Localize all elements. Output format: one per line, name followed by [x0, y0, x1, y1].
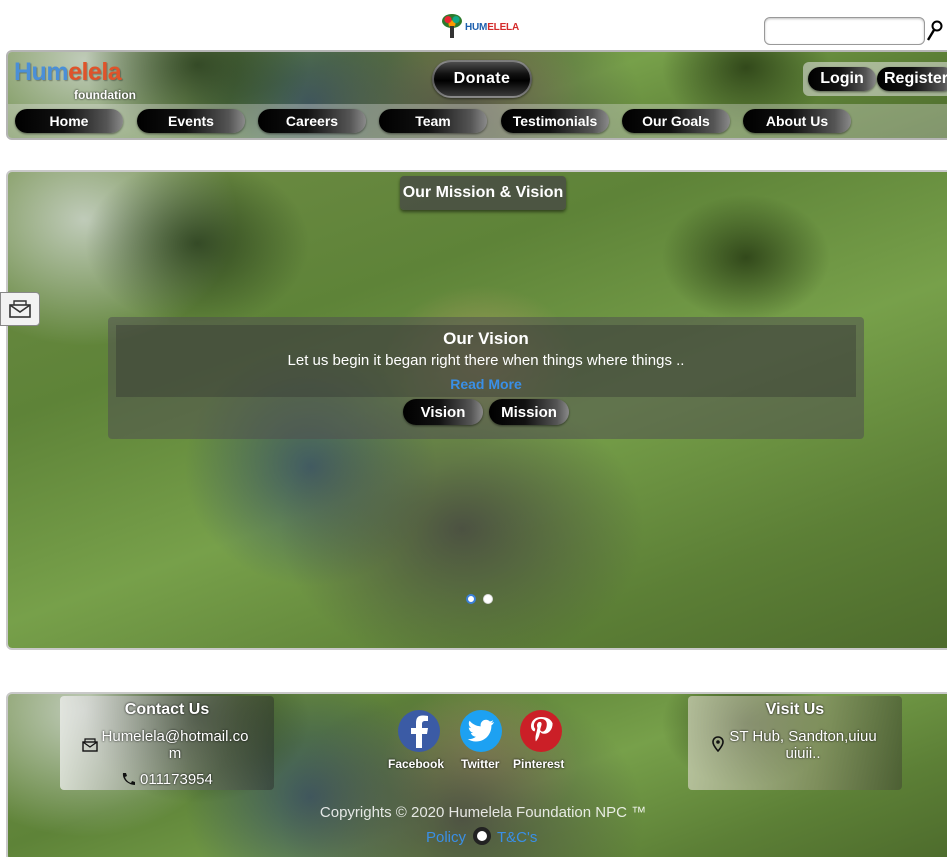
- vision-card: Our Vision Let us begin it began right t…: [108, 317, 864, 439]
- slide-dot-1[interactable]: [466, 594, 476, 604]
- site-header: Humelela foundation Donate Login Registe…: [6, 50, 947, 140]
- nav-our-goals[interactable]: Our Goals: [622, 109, 730, 133]
- pinterest-icon: [531, 717, 553, 742]
- contact-panel: Contact Us Humelela@hotmail.com 01117395…: [60, 696, 274, 790]
- search-button[interactable]: [924, 17, 946, 45]
- brand-subtitle: foundation: [74, 88, 136, 102]
- copyright-text: Copyrights © 2020 Humelela Foundation NP…: [319, 804, 647, 821]
- search-icon: [926, 20, 943, 41]
- search-input[interactable]: [764, 17, 925, 45]
- donate-button[interactable]: Donate: [432, 60, 532, 98]
- read-more-link[interactable]: Read More: [108, 376, 864, 392]
- twitter-button[interactable]: [460, 710, 502, 752]
- feedback-tab[interactable]: [0, 292, 40, 326]
- vision-heading: Our Vision: [443, 329, 529, 348]
- register-button[interactable]: Register: [877, 67, 947, 91]
- site-footer: Contact Us Humelela@hotmail.com 01117395…: [6, 692, 947, 857]
- mission-vision-title: Our Mission & Vision: [400, 176, 566, 210]
- nav-events[interactable]: Events: [137, 109, 245, 133]
- visit-panel: Visit Us ST Hub, Sandton,uiuu uiuii..: [688, 696, 902, 790]
- pinterest-link[interactable]: Pinterest: [513, 757, 564, 771]
- tree-logo-icon: [441, 14, 463, 40]
- logo-wordmark: HUMELELA: [465, 21, 519, 33]
- facebook-icon: [411, 715, 428, 748]
- separator-dot: [473, 827, 491, 845]
- slide-indicators: [466, 594, 493, 604]
- visit-title: Visit Us: [765, 701, 825, 718]
- nav-careers[interactable]: Careers: [258, 109, 366, 133]
- mission-tab-button[interactable]: Mission: [489, 399, 569, 425]
- pinterest-button[interactable]: [520, 710, 562, 752]
- phone-icon: [122, 773, 135, 785]
- contact-title: Contact Us: [124, 701, 210, 718]
- location-pin-icon: [712, 736, 724, 752]
- nav-team[interactable]: Team: [379, 109, 487, 133]
- twitter-link[interactable]: Twitter: [461, 757, 499, 771]
- twitter-icon: [467, 719, 494, 742]
- vision-text: Let us begin it began right there when t…: [287, 352, 685, 369]
- site-logo[interactable]: HUMELELA: [441, 12, 519, 42]
- facebook-button[interactable]: [398, 710, 440, 752]
- visit-address: ST Hub, Sandton,uiuu uiuii..: [729, 728, 877, 762]
- vision-tab-button[interactable]: Vision: [403, 399, 483, 425]
- slide-dot-2[interactable]: [483, 594, 493, 604]
- nav-testimonials[interactable]: Testimonials: [501, 109, 609, 133]
- search-area: [764, 17, 947, 47]
- contact-phone[interactable]: 011173954: [140, 771, 213, 788]
- brand-logo[interactable]: Humelela foundation: [14, 58, 136, 102]
- hero-slider: Our Mission & Vision Our Vision Let us b…: [6, 170, 947, 650]
- terms-link[interactable]: T&C's: [497, 829, 537, 846]
- mail-icon: [9, 300, 31, 318]
- contact-email[interactable]: Humelela@hotmail.com: [100, 728, 250, 762]
- mail-icon: [82, 738, 98, 752]
- facebook-link[interactable]: Facebook: [388, 757, 444, 771]
- brand-name: Humelela: [14, 58, 122, 86]
- policy-link[interactable]: Policy: [426, 829, 466, 846]
- nav-home[interactable]: Home: [15, 109, 123, 133]
- nav-about-us[interactable]: About Us: [743, 109, 851, 133]
- login-button[interactable]: Login: [808, 67, 876, 91]
